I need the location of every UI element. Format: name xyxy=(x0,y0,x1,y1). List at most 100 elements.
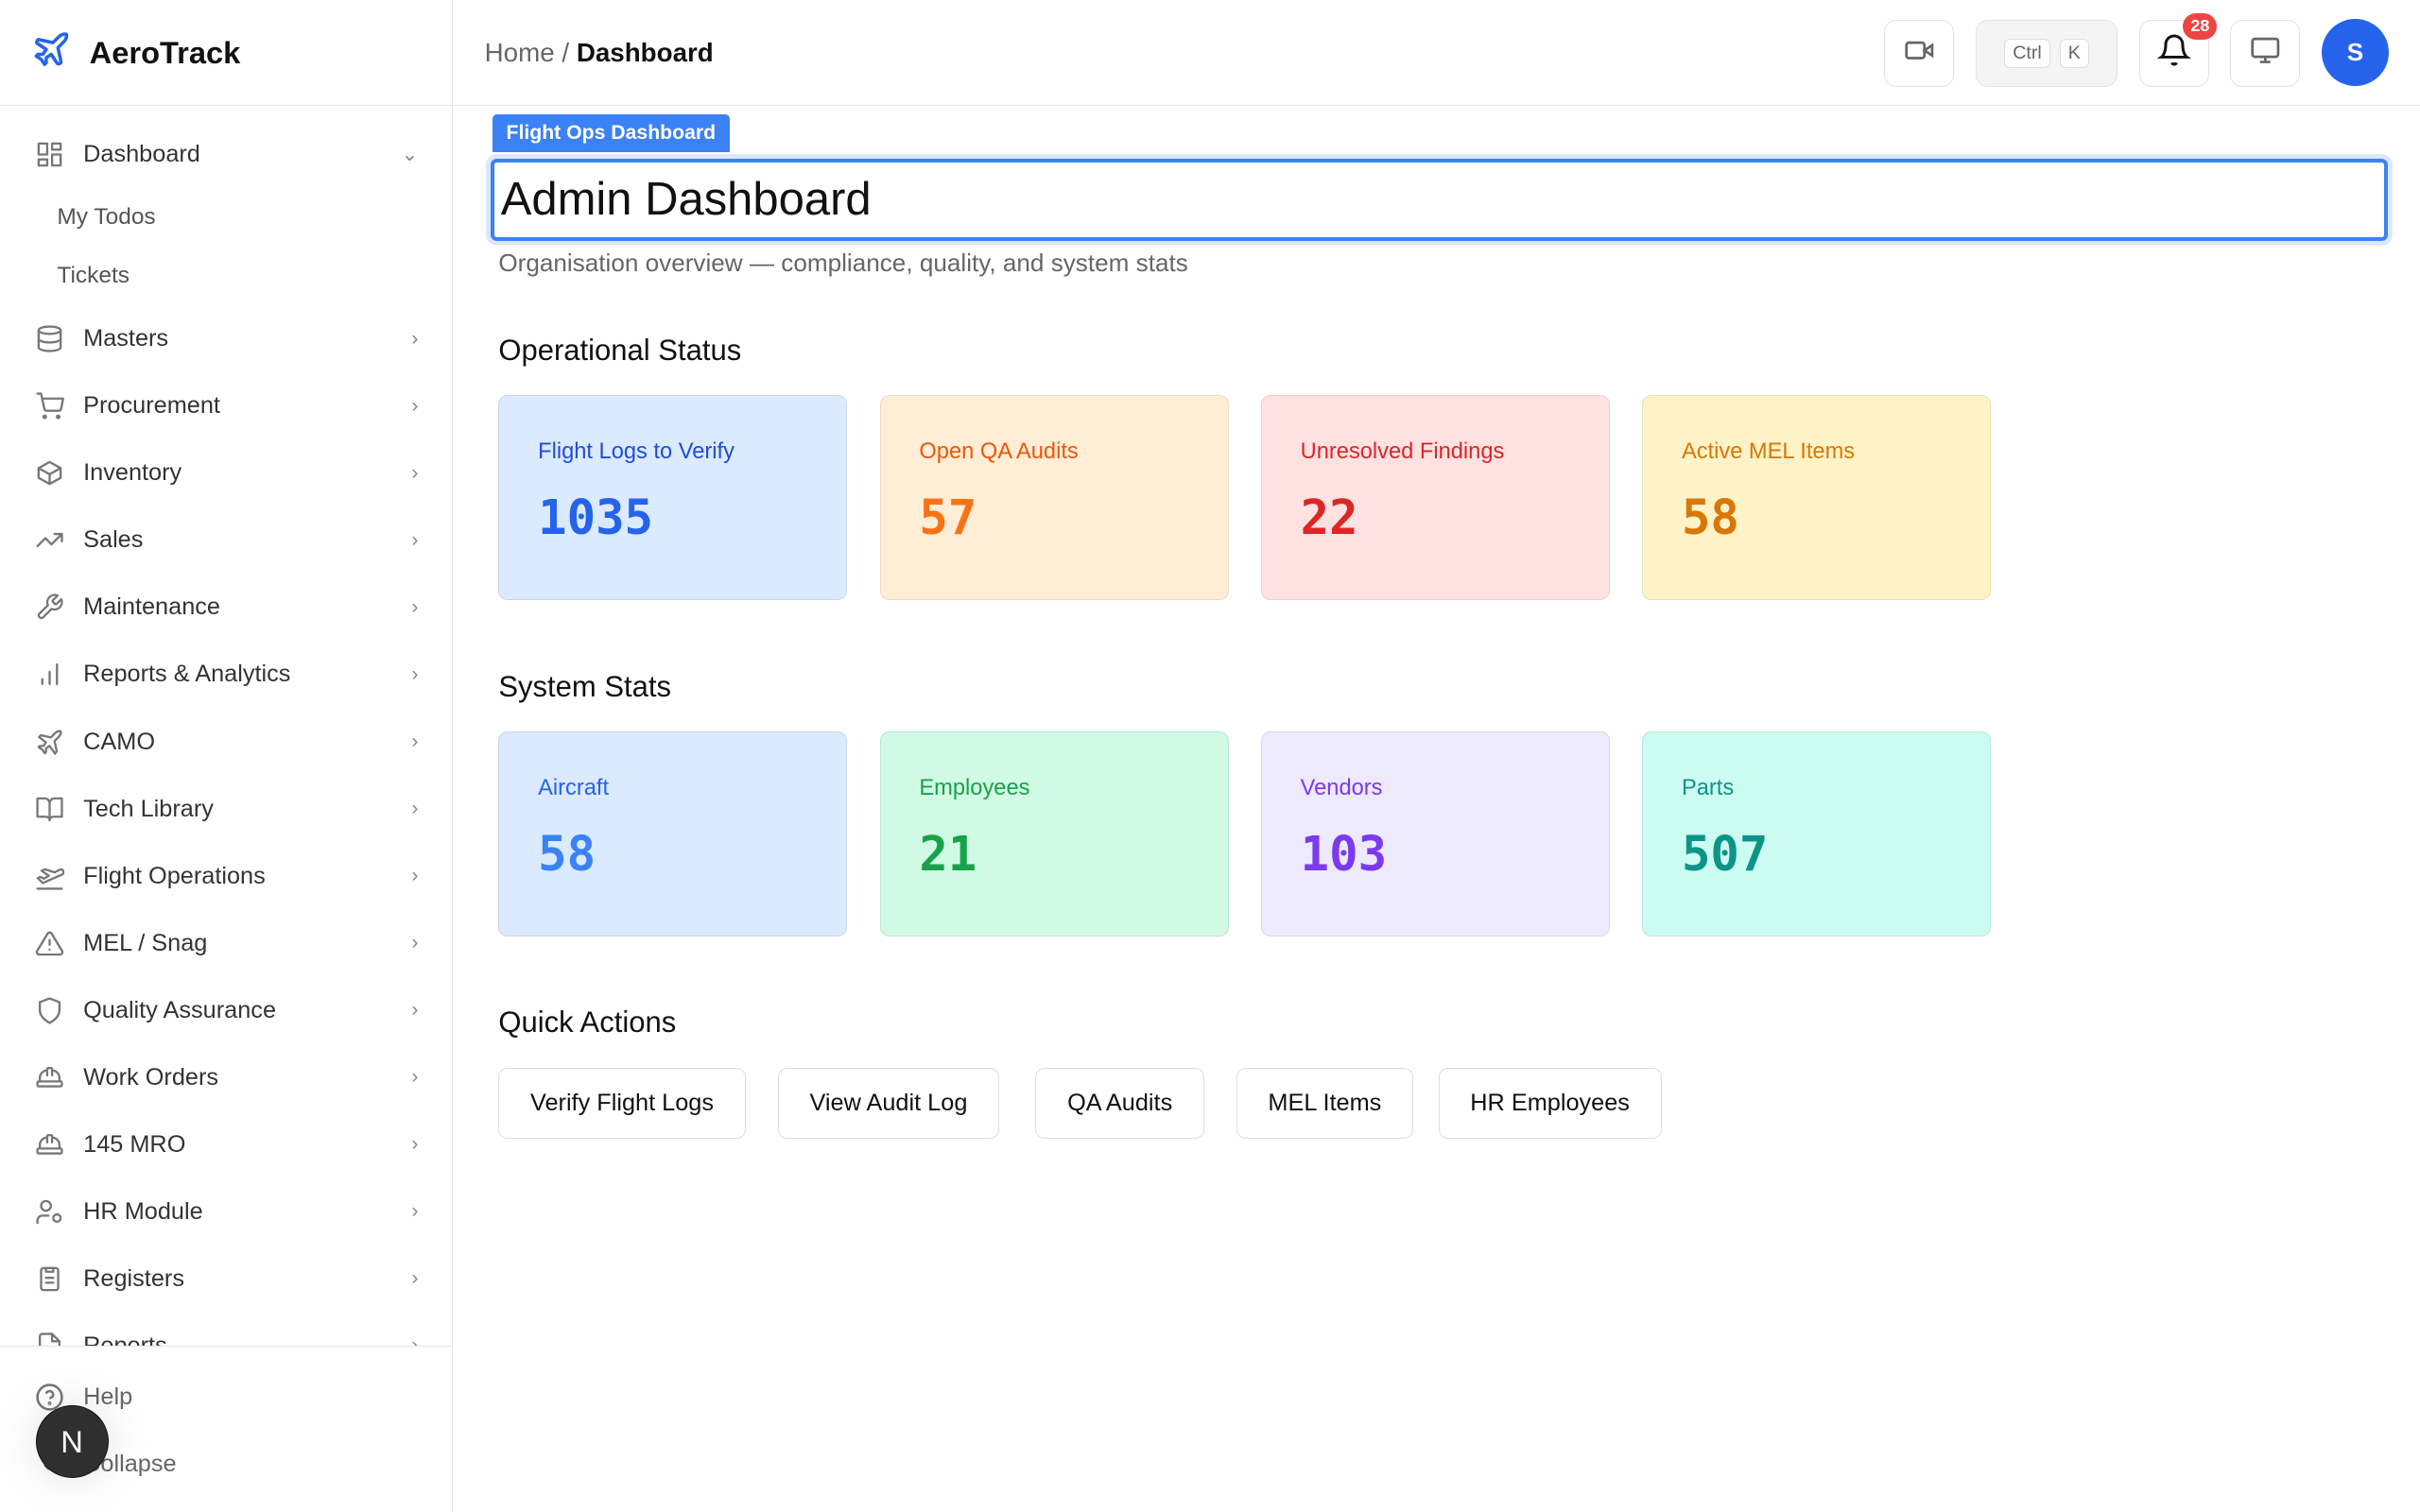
sidebar-item-mel-snag[interactable]: MEL / Snag› xyxy=(0,910,452,977)
sidebar-item-label: Maintenance xyxy=(83,593,411,621)
page-subtitle: Organisation overview — compliance, qual… xyxy=(498,249,1187,278)
user-cog-icon xyxy=(34,1196,65,1228)
chevron-right-icon: › xyxy=(411,529,418,552)
sidebar-item-label: CAMO xyxy=(83,729,411,756)
stat-value: 58 xyxy=(538,826,807,882)
file-icon xyxy=(34,1331,65,1347)
sidebar-item-sales[interactable]: Sales› xyxy=(0,507,452,574)
stat-label: Employees xyxy=(919,776,1188,801)
page-title[interactable]: Admin Dashboard xyxy=(491,159,2387,240)
chevron-right-icon: › xyxy=(411,462,418,485)
sidebar-item-flight-operations[interactable]: Flight Operations› xyxy=(0,843,452,910)
breadcrumb-home[interactable]: Home xyxy=(485,38,555,67)
kbd-k: K xyxy=(2060,39,2089,69)
stat-card[interactable]: Unresolved Findings 22 xyxy=(1261,395,1610,600)
stat-card[interactable]: Employees21 xyxy=(880,731,1229,936)
sidebar-item-maintenance[interactable]: Maintenance› xyxy=(0,574,452,641)
sidebar-item-145-mro[interactable]: 145 MRO› xyxy=(0,1111,452,1178)
stat-label: Parts xyxy=(1682,776,1951,801)
chevron-right-icon: › xyxy=(411,395,418,418)
sidebar-item-reports-analytics[interactable]: Reports & Analytics› xyxy=(0,641,452,708)
sidebar-item-label: Dashboard xyxy=(83,141,402,168)
plane-takeoff-icon xyxy=(34,861,65,892)
sidebar-item-camo[interactable]: CAMO› xyxy=(0,709,452,776)
plane-logo-icon xyxy=(31,29,71,76)
sidebar-item-tech-library[interactable]: Tech Library› xyxy=(0,776,452,843)
quick-action-button[interactable]: QA Audits xyxy=(1035,1068,1203,1139)
stat-card[interactable]: Aircraft58 xyxy=(498,731,847,936)
hard-hat-icon xyxy=(34,1062,65,1093)
sidebar-item-label: Work Orders xyxy=(83,1064,411,1091)
trending-up-icon xyxy=(34,525,65,557)
database-icon xyxy=(34,324,65,355)
sidebar-item-inventory[interactable]: Inventory› xyxy=(0,439,452,507)
command-palette-button[interactable]: CtrlK xyxy=(1976,20,2118,87)
quick-action-button[interactable]: View Audit Log xyxy=(778,1068,999,1139)
stat-label: Active MEL Items xyxy=(1682,439,1951,465)
bell-icon xyxy=(2157,33,2191,74)
chevron-down-icon: ⌄ xyxy=(402,143,419,166)
sidebar-item-label: Quality Assurance xyxy=(83,997,411,1024)
stat-card[interactable]: Parts507 xyxy=(1642,731,1991,936)
sidebar-item-registers[interactable]: Registers› xyxy=(0,1246,452,1313)
breadcrumb-separator: / xyxy=(562,38,569,67)
operational-status-heading: Operational Status xyxy=(498,334,741,368)
sidebar-item-label: Inventory xyxy=(83,459,411,487)
hard-hat-icon xyxy=(34,1129,65,1160)
chevron-right-icon: › xyxy=(411,798,418,820)
sidebar-subitem[interactable]: Tickets xyxy=(0,247,452,305)
breadcrumb-current: Dashboard xyxy=(577,38,714,67)
quick-actions-heading: Quick Actions xyxy=(498,1005,676,1040)
shield-icon xyxy=(34,995,65,1026)
sidebar-item-masters[interactable]: Masters› xyxy=(0,305,452,372)
sidebar-item-hr-module[interactable]: HR Module› xyxy=(0,1178,452,1246)
bar-chart-icon xyxy=(34,660,65,691)
chevron-right-icon: › xyxy=(411,596,418,619)
box-icon xyxy=(34,458,65,490)
display-button[interactable] xyxy=(2230,20,2300,87)
chevron-right-icon: › xyxy=(411,999,418,1022)
sidebar-item-work-orders[interactable]: Work Orders› xyxy=(0,1044,452,1111)
sidebar-item-label: Reports & Analytics xyxy=(83,661,411,688)
brand[interactable]: AeroTrack xyxy=(0,0,452,106)
help-label: Help xyxy=(83,1383,418,1411)
sidebar-nav: Dashboard⌄My TodosTicketsMasters›Procure… xyxy=(0,106,452,1347)
stat-card[interactable]: Open QA Audits57 xyxy=(880,395,1229,600)
sidebar-item-label: Flight Operations xyxy=(83,863,411,890)
topbar: Home / Dashboard xyxy=(454,0,2420,106)
breadcrumb: Home / Dashboard xyxy=(485,38,714,68)
sidebar-item-label: Reports xyxy=(83,1332,411,1347)
chevron-right-icon: › xyxy=(411,1066,418,1089)
sidebar-item-label: HR Module xyxy=(83,1198,411,1226)
floating-dev-badge[interactable]: N xyxy=(36,1405,109,1478)
sidebar: AeroTrack Dashboard⌄My TodosTicketsMaste… xyxy=(0,0,453,1512)
sidebar-item-label: Sales xyxy=(83,526,411,554)
stat-card[interactable]: Flight Logs to Verify1035 xyxy=(498,395,847,600)
quick-action-button[interactable]: Verify Flight Logs xyxy=(498,1068,745,1139)
quick-action-button[interactable]: MEL Items xyxy=(1236,1068,1413,1139)
monitor-icon xyxy=(2250,35,2281,73)
app-name: AeroTrack xyxy=(90,35,241,71)
dashboard-tag: Flight Ops Dashboard xyxy=(493,114,730,152)
stat-value: 22 xyxy=(1301,490,1570,545)
sidebar-item-dashboard[interactable]: Dashboard⌄ xyxy=(0,121,452,188)
stat-card[interactable]: Active MEL Items58 xyxy=(1642,395,1991,600)
quick-action-button[interactable]: HR Employees xyxy=(1439,1068,1662,1139)
collapse-label: Collapse xyxy=(83,1451,418,1478)
chevron-right-icon: › xyxy=(411,932,418,954)
stat-card[interactable]: Vendors103 xyxy=(1261,731,1610,936)
notification-count: 28 xyxy=(2183,13,2217,40)
sidebar-item-procurement[interactable]: Procurement› xyxy=(0,372,452,439)
stat-label: Open QA Audits xyxy=(919,439,1188,465)
wrench-icon xyxy=(34,593,65,624)
sidebar-subitem[interactable]: My Todos xyxy=(0,188,452,247)
user-avatar[interactable]: S xyxy=(2322,19,2390,87)
clipboard-icon xyxy=(34,1263,65,1295)
sidebar-item-reports[interactable]: Reports› xyxy=(0,1313,452,1347)
chevron-right-icon: › xyxy=(411,730,418,753)
sidebar-item-quality-assurance[interactable]: Quality Assurance› xyxy=(0,977,452,1044)
chevron-right-icon: › xyxy=(411,663,418,686)
stat-label: Unresolved Findings xyxy=(1301,439,1570,465)
video-button[interactable] xyxy=(1884,20,1954,87)
notifications-button[interactable]: 28 xyxy=(2139,20,2209,87)
